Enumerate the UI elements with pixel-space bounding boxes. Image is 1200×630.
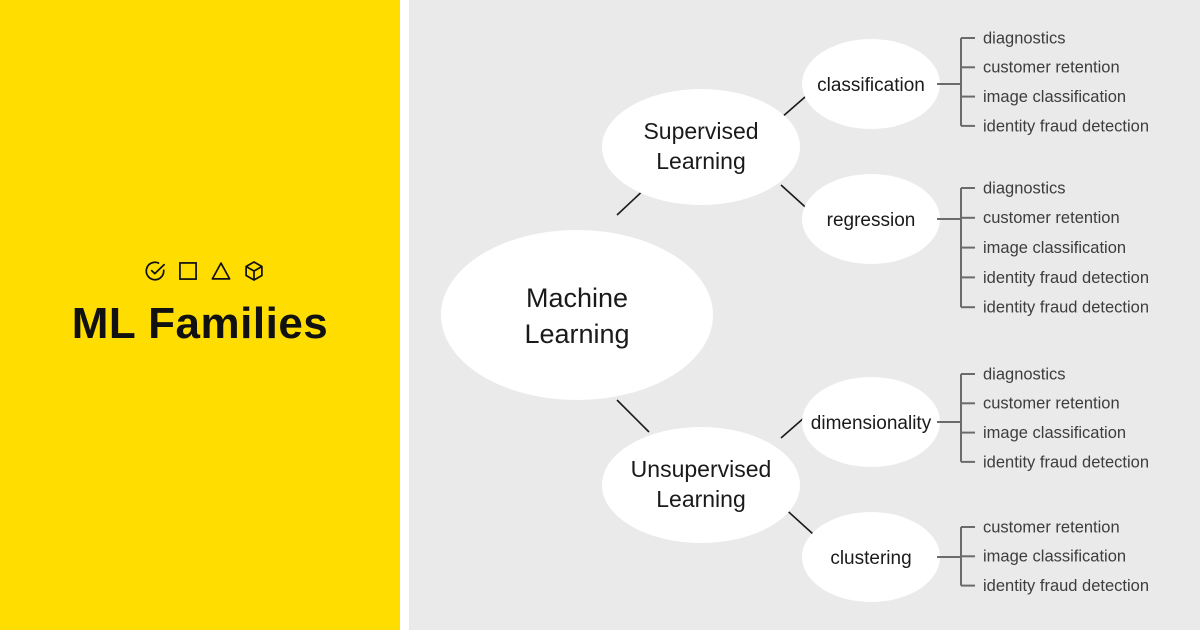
node-regression[interactable]: regression (802, 174, 940, 264)
node-machine-learning[interactable]: Machine Learning (441, 230, 713, 400)
node-dimensionality[interactable]: dimensionality (802, 377, 940, 467)
node-supervised-learning[interactable]: Supervised Learning (602, 89, 800, 205)
leaf-label: identity fraud detection (983, 269, 1149, 287)
leaf-label: diagnostics (983, 365, 1066, 383)
leaf-label: customer retention (983, 209, 1120, 227)
node-dimensionality-label: dimensionality (811, 413, 932, 434)
node-machine-learning-line2: Learning (524, 319, 629, 349)
leaf-bracket-clustering: customer retention image classification id… (937, 518, 1149, 595)
node-classification[interactable]: classification (802, 39, 940, 129)
leaf-label: identity fraud detection (983, 299, 1149, 317)
leaf-bracket-regression: diagnostics customer retention image class… (937, 179, 1149, 317)
node-machine-learning-line1: Machine (526, 283, 628, 313)
node-clustering[interactable]: clustering (802, 512, 940, 602)
page-title: ML Families (71, 299, 329, 348)
node-unsupervised-learning[interactable]: Unsupervised Learning (602, 427, 800, 543)
leaf-label: customer retention (983, 395, 1120, 413)
brand-block: ML Families (0, 256, 400, 346)
node-supervised-learning-line1: Supervised (643, 118, 758, 144)
node-supervised-learning-line2: Learning (656, 148, 746, 174)
infographic-canvas: ML Families Machine Learning Supervised … (0, 0, 1200, 630)
leaf-label: identity fraud detection (983, 117, 1149, 135)
leaf-label: image classification (983, 239, 1126, 257)
square-icon (177, 260, 199, 282)
leaf-label: image classification (983, 548, 1126, 566)
check-circle-icon (144, 260, 166, 282)
node-classification-label: classification (817, 75, 925, 96)
leaf-label: diagnostics (983, 179, 1066, 197)
node-clustering-label: clustering (830, 548, 911, 569)
node-unsupervised-learning-line2: Learning (656, 486, 746, 512)
leaf-label: customer retention (983, 518, 1120, 536)
node-regression-label: regression (827, 210, 916, 231)
leaf-label: customer retention (983, 59, 1120, 77)
node-unsupervised-learning-line1: Unsupervised (631, 456, 772, 482)
leaf-label: image classification (983, 424, 1126, 442)
leaf-groups: diagnostics customer retention image class… (937, 29, 1149, 595)
leaf-label: identity fraud detection (983, 453, 1149, 471)
connector-root-unsupervised (616, 399, 650, 433)
icon-row (0, 256, 400, 286)
leaf-label: identity fraud detection (983, 577, 1149, 595)
leaf-bracket-dimensionality: diagnostics customer retention image class… (937, 365, 1149, 471)
leaf-label: diagnostics (983, 29, 1066, 47)
cube-icon (243, 260, 265, 282)
brand-panel: ML Families (0, 0, 400, 630)
leaf-bracket-classification: diagnostics customer retention image class… (937, 29, 1149, 135)
leaf-label: image classification (983, 88, 1126, 106)
triangle-icon (210, 260, 232, 282)
mind-map-svg: Machine Learning Supervised Learning Uns… (441, 29, 1149, 602)
diagram-panel: Machine Learning Supervised Learning Uns… (409, 0, 1200, 630)
